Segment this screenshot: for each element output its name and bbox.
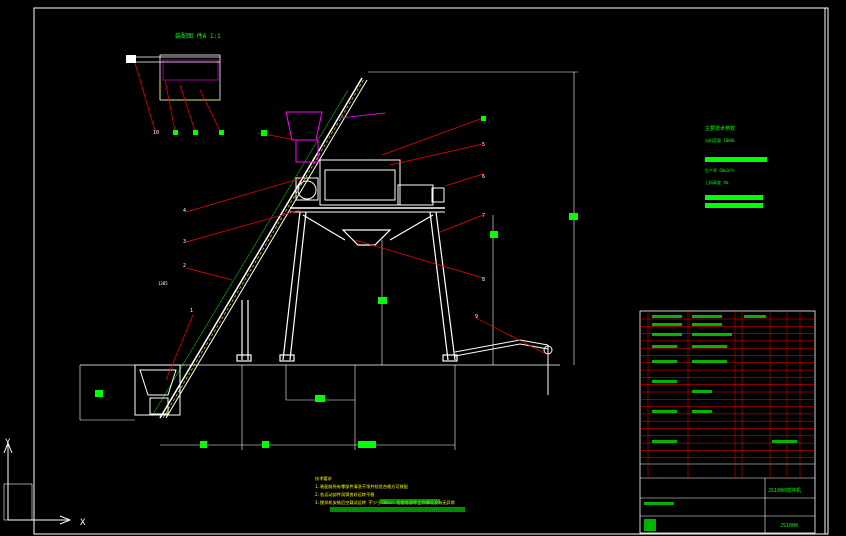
dimension-markers xyxy=(95,213,578,448)
ucs-x-label: X xyxy=(80,518,86,528)
leader-number: 8 xyxy=(482,277,485,283)
detail-title: 装配图 件A 1:1 xyxy=(175,32,221,40)
drawing-border xyxy=(33,7,829,535)
leader-number: 3 xyxy=(183,239,186,245)
spec-title: 主要技术参数 xyxy=(705,125,735,132)
hoist-rail xyxy=(151,77,368,419)
title-block-name: JS1000搅拌机 xyxy=(768,487,801,494)
spec-block: 主要技术参数 出料容量 1000L 生产率 60m3/h 上料高度 4m xyxy=(705,125,767,208)
leader-number: 10 xyxy=(153,130,159,136)
ucs-y-label: Y xyxy=(5,438,11,448)
leader-number: 4 xyxy=(183,208,186,214)
cad-drawing-canvas: 装配图 件A 1:1 1 2 3 4 5 6 7 8 9 10 1385 技术要… xyxy=(3,7,829,535)
title-block: JS1000搅拌机 JS1000 xyxy=(639,310,816,534)
leader-number: 6 xyxy=(482,174,485,180)
notes-title: 技术要求 xyxy=(315,475,333,482)
spec-line: 上料高度 4m xyxy=(705,179,729,185)
spec-line: 生产率 60m3/h xyxy=(705,167,734,173)
leader-number: 5 xyxy=(482,142,485,148)
note-line: 2.各运动部件润滑良好运转平稳 xyxy=(315,491,375,498)
dimension-lines xyxy=(160,71,578,450)
leader-number: 2 xyxy=(183,263,186,269)
leader-lines xyxy=(165,117,549,381)
support-frame xyxy=(236,211,458,362)
mixer-unit xyxy=(290,159,445,213)
detail-view: 装配图 件A 1:1 xyxy=(126,32,224,135)
dimension-labels: 1385 xyxy=(158,281,168,286)
title-block-code: JS1000 xyxy=(780,523,798,529)
ucs-axis-icon: Y X xyxy=(3,438,86,528)
water-pipe xyxy=(454,339,553,395)
spec-line: 出料容量 1000L xyxy=(705,137,736,143)
leader-number: 7 xyxy=(482,213,485,219)
dim-label: 1385 xyxy=(158,281,168,286)
leader-number: 9 xyxy=(475,314,478,320)
leader-number: 1 xyxy=(190,308,193,314)
note-line: 1.装配前所有零部件清洗干净并检验合格方可装配 xyxy=(315,483,409,490)
leader-tags xyxy=(261,116,486,136)
cement-hopper xyxy=(285,111,386,163)
